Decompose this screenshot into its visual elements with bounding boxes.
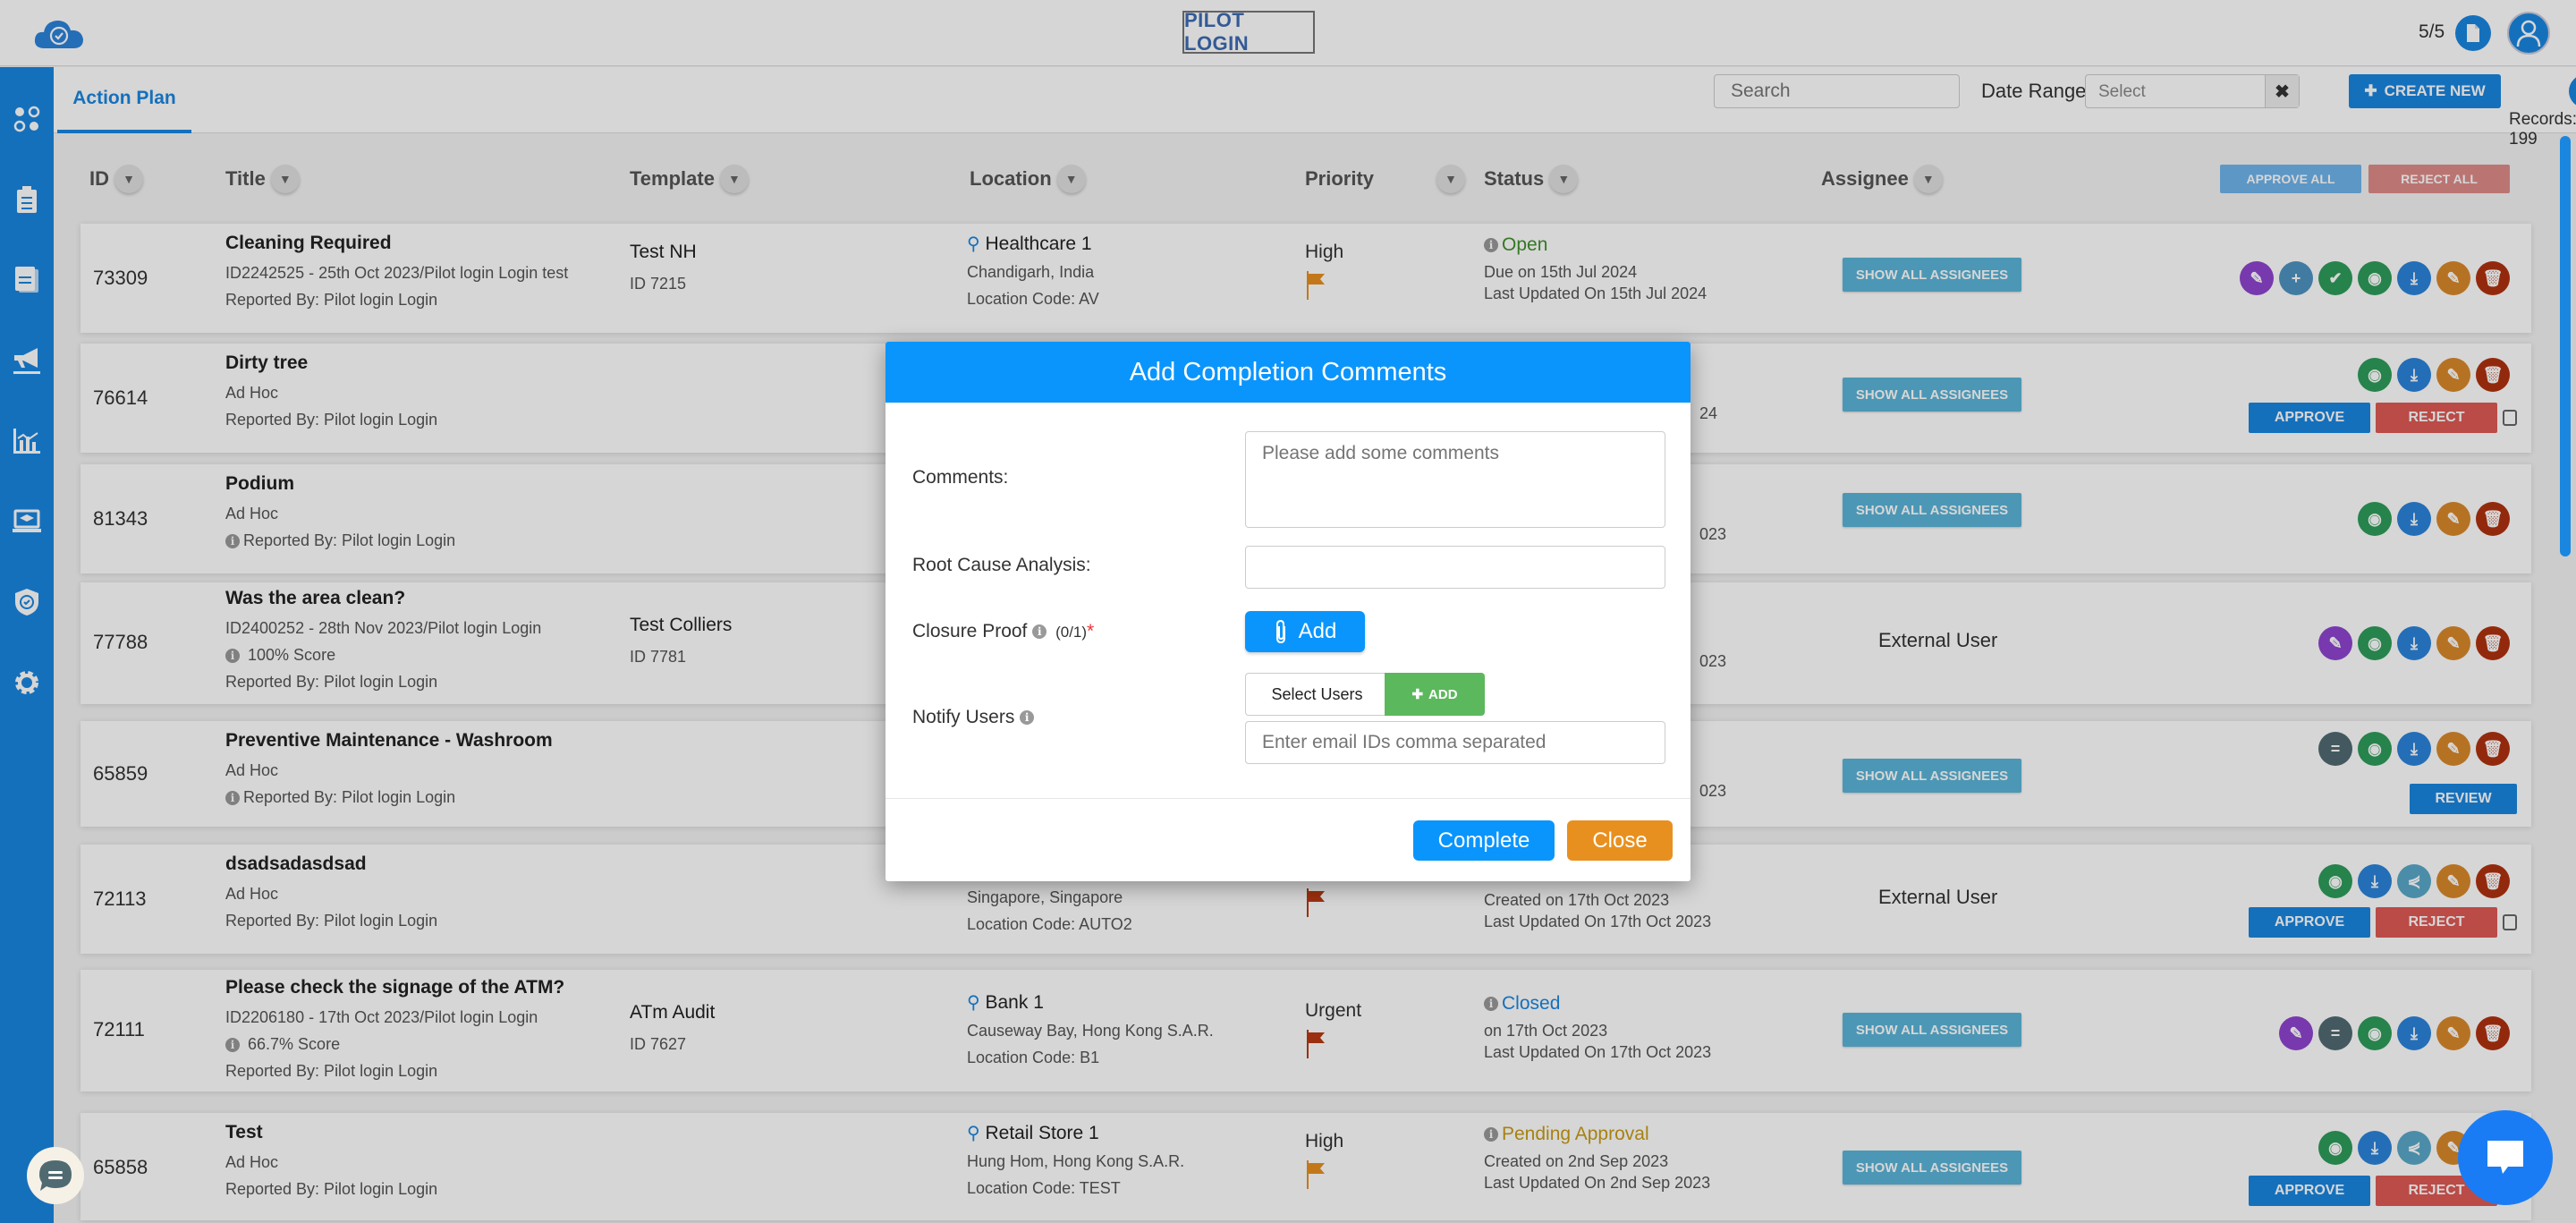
root-cause-label: Root Cause Analysis:	[912, 555, 1091, 575]
root-cause-input[interactable]	[1245, 546, 1665, 589]
paperclip-icon	[1275, 619, 1285, 644]
close-button[interactable]: Close	[1567, 820, 1673, 861]
required-mark: *	[1087, 621, 1095, 641]
plus-icon: ✚	[1411, 687, 1424, 702]
select-users-dropdown[interactable]: Select Users	[1245, 673, 1388, 716]
closure-proof-label-row: Closure Proof i (0/1)*	[912, 621, 1094, 642]
comments-textarea[interactable]	[1245, 431, 1665, 528]
add-users-label: ADD	[1428, 686, 1458, 702]
complete-button[interactable]: Complete	[1413, 820, 1555, 861]
app: PILOT LOGIN 5/5 Action Plan Search Date …	[0, 0, 2576, 1223]
add-completion-comments-modal: Add Completion Comments Comments: Root C…	[886, 342, 1690, 881]
notify-users-label: Notify Users	[912, 707, 1015, 727]
chat-widget-button[interactable]	[27, 1147, 84, 1204]
add-users-button[interactable]: ✚ ADD	[1385, 673, 1485, 716]
notify-users-label-row: Notify Users i	[912, 707, 1038, 728]
info-icon[interactable]: i	[1020, 710, 1035, 726]
comments-label: Comments:	[912, 467, 1009, 488]
chat-bubble-icon	[39, 1160, 72, 1191]
add-attachment-button[interactable]: Add	[1245, 611, 1365, 652]
closure-proof-label: Closure Proof	[912, 621, 1028, 641]
notify-emails-input[interactable]	[1245, 721, 1665, 764]
modal-footer-divider	[886, 798, 1690, 799]
add-attachment-label: Add	[1298, 619, 1337, 643]
closure-proof-count: (0/1)	[1055, 624, 1088, 641]
info-icon[interactable]: i	[1032, 624, 1047, 640]
message-icon	[2487, 1141, 2523, 1174]
support-chat-button[interactable]	[2458, 1110, 2553, 1205]
page-scrollbar[interactable]	[2560, 136, 2571, 556]
modal-title: Add Completion Comments	[886, 342, 1690, 403]
